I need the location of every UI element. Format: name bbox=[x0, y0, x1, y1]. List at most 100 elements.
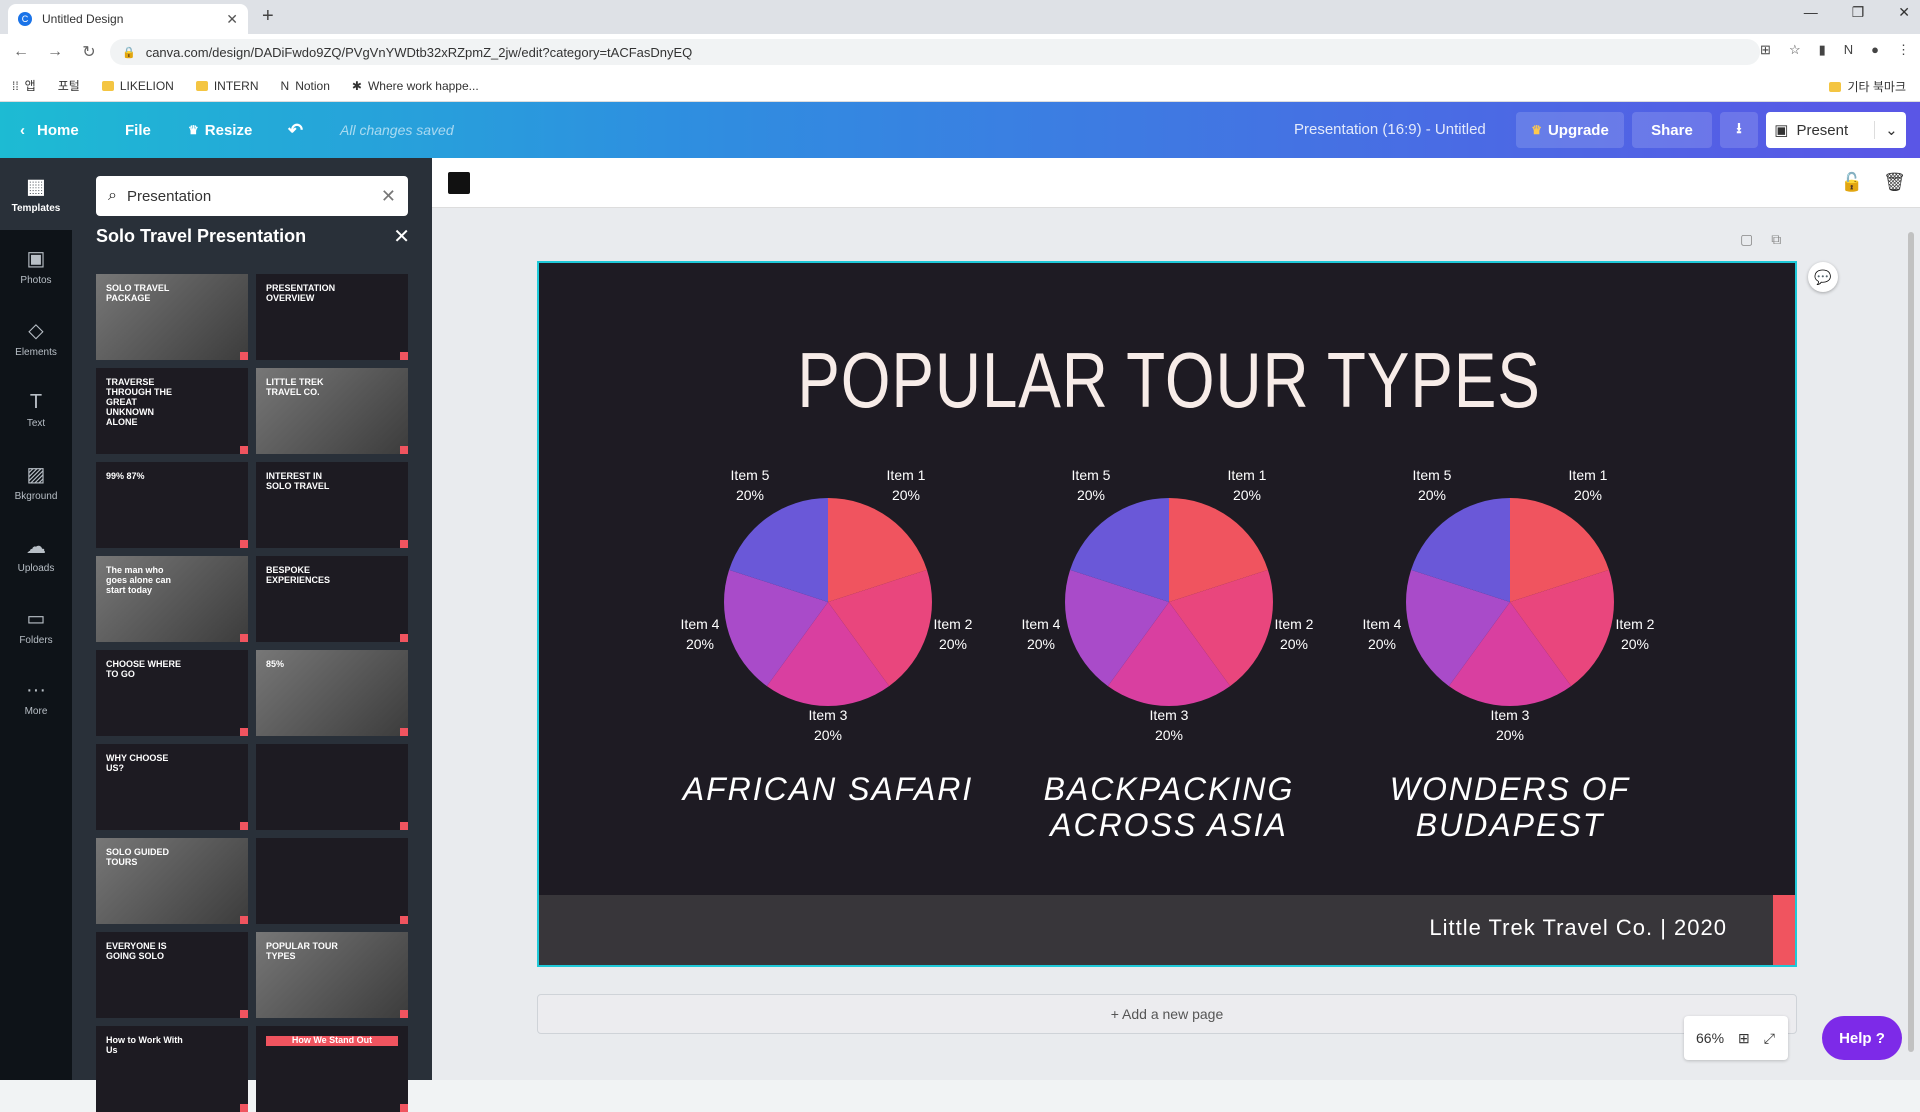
footer-text[interactable]: Little Trek Travel Co. | 2020 bbox=[1429, 915, 1727, 941]
pie-slice-label: Item 4 20% bbox=[670, 614, 730, 654]
comment-icon[interactable]: 💬 bbox=[1808, 262, 1838, 292]
template-thumbnail[interactable]: WHY CHOOSE US? bbox=[96, 744, 248, 830]
chevron-down-icon[interactable]: ⌄ bbox=[1874, 121, 1898, 139]
scrollbar-thumb[interactable] bbox=[1908, 232, 1914, 1052]
other-bookmarks[interactable]: 기타 북마크 bbox=[1829, 78, 1906, 95]
slice-name: Item 1 bbox=[1568, 467, 1608, 483]
rail-item-templates[interactable]: ▦ Templates bbox=[0, 158, 72, 230]
share-label: Share bbox=[1651, 121, 1693, 139]
extension-icon[interactable]: ▮ bbox=[1819, 42, 1826, 58]
rail-item-photos[interactable]: ▣ Photos bbox=[0, 230, 72, 302]
slice-percent: 20% bbox=[685, 636, 715, 652]
template-thumbnail[interactable]: INTEREST IN SOLO TRAVEL bbox=[256, 462, 408, 548]
close-icon[interactable]: ✕ bbox=[393, 224, 410, 249]
thumbnail-accent bbox=[240, 916, 248, 924]
home-button[interactable]: ‹ Home bbox=[20, 102, 79, 158]
pie-slice-label: Item 3 20% bbox=[798, 705, 858, 745]
forward-icon[interactable]: → bbox=[42, 43, 68, 61]
template-thumbnail[interactable]: 99% 87% bbox=[96, 462, 248, 548]
download-button[interactable]: ⭳ bbox=[1720, 112, 1758, 148]
rail-item-folders[interactable]: ▭ Folders bbox=[0, 590, 72, 662]
rail-item-elements[interactable]: ◇ Elements bbox=[0, 302, 72, 374]
template-thumbnail[interactable]: How We Stand Out bbox=[256, 1026, 408, 1112]
thumbnail-accent bbox=[400, 352, 408, 360]
thumbnail-accent bbox=[240, 822, 248, 830]
templates-panel: ⌕ Presentation ✕ Solo Travel Presentatio… bbox=[72, 158, 432, 1112]
pie-slice-label: Item 5 20% bbox=[1061, 465, 1121, 505]
save-status: All changes saved bbox=[340, 122, 454, 138]
template-thumbnail[interactable]: CHOOSE WHERE TO GO bbox=[96, 650, 248, 736]
reload-icon[interactable]: ↻ bbox=[76, 42, 102, 62]
resize-label: Resize bbox=[204, 121, 253, 139]
duplicate-icon[interactable]: ⧉ bbox=[1771, 231, 1781, 248]
template-thumbnail[interactable] bbox=[256, 838, 408, 924]
bookmark-slack[interactable]: ✱ Where work happe... bbox=[352, 79, 479, 93]
slide-footer[interactable]: Little Trek Travel Co. | 2020 bbox=[539, 895, 1795, 965]
template-thumbnail[interactable]: EVERYONE IS GOING SOLO bbox=[96, 932, 248, 1018]
crown-icon: ♛ bbox=[188, 123, 199, 137]
bookmark-likelion[interactable]: LIKELION bbox=[101, 79, 174, 93]
file-menu-button[interactable]: File bbox=[125, 102, 151, 158]
template-thumbnail[interactable]: 85% bbox=[256, 650, 408, 736]
thumbnail-accent bbox=[400, 916, 408, 924]
rail-item-bkground[interactable]: ▨ Bkground bbox=[0, 446, 72, 518]
back-icon[interactable]: ← bbox=[8, 43, 34, 61]
close-tab-icon[interactable]: ✕ bbox=[226, 11, 238, 28]
template-thumbnail[interactable]: How to Work With Us bbox=[96, 1026, 248, 1112]
notion-ext-icon[interactable]: N bbox=[1844, 42, 1853, 58]
document-title[interactable]: Presentation (16:9) - Untitled bbox=[1294, 121, 1486, 138]
menu-icon[interactable]: ⋮ bbox=[1897, 42, 1910, 58]
rail-item-more[interactable]: ··· More bbox=[0, 662, 72, 734]
template-thumbnail[interactable]: TRAVERSE THROUGH THE GREAT UNKNOWN ALONE bbox=[96, 368, 248, 454]
thumbnail-title: EVERYONE IS GOING SOLO bbox=[106, 941, 167, 961]
translate-icon[interactable]: ⊞ bbox=[1760, 42, 1771, 58]
upgrade-button[interactable]: ♛ Upgrade bbox=[1516, 112, 1624, 148]
template-thumbnail[interactable]: POPULAR TOUR TYPES bbox=[256, 932, 408, 1018]
add-page-button[interactable]: + Add a new page bbox=[537, 994, 1797, 1034]
url-bar[interactable]: 🔒 canva.com/design/DADiFwdo9ZQ/PVgVnYWDt… bbox=[110, 39, 1760, 65]
undo-icon[interactable]: ↶ bbox=[288, 102, 303, 158]
close-window-icon[interactable]: ✕ bbox=[1898, 4, 1910, 21]
avatar[interactable]: ● bbox=[1871, 42, 1879, 58]
restore-icon[interactable]: ❐ bbox=[1852, 4, 1865, 21]
star-icon[interactable]: ☆ bbox=[1789, 42, 1801, 58]
grid-view-icon[interactable]: ⊞ bbox=[1738, 1030, 1750, 1047]
resize-button[interactable]: ♛ Resize bbox=[188, 102, 252, 158]
thumbnail-accent bbox=[240, 1104, 248, 1112]
browser-tab[interactable]: C Untitled Design ✕ bbox=[8, 4, 248, 34]
lock-icon[interactable]: 🔓 bbox=[1841, 172, 1863, 193]
slice-percent: 20% bbox=[938, 636, 968, 652]
share-button[interactable]: Share bbox=[1632, 112, 1712, 148]
template-thumbnail[interactable]: LITTLE TREK TRAVEL CO. bbox=[256, 368, 408, 454]
minimize-icon[interactable]: — bbox=[1804, 4, 1818, 21]
pie-caption[interactable]: AFRICAN SAFARI bbox=[668, 771, 988, 807]
bookmark-intern[interactable]: INTERN bbox=[195, 79, 259, 93]
clear-search-icon[interactable]: ✕ bbox=[381, 186, 396, 207]
background-color-swatch[interactable] bbox=[448, 172, 470, 194]
pie-caption[interactable]: WONDERS OF BUDAPEST bbox=[1350, 771, 1670, 843]
template-search-input[interactable]: ⌕ Presentation ✕ bbox=[96, 176, 408, 216]
template-thumbnail[interactable]: PRESENTATION OVERVIEW bbox=[256, 274, 408, 360]
apps-bookmark[interactable]: ⁞⁞ 앱 bbox=[12, 77, 36, 94]
fullscreen-icon[interactable]: ⤢ bbox=[1764, 1030, 1775, 1047]
rail-item-uploads[interactable]: ☁ Uploads bbox=[0, 518, 72, 590]
slide[interactable]: POPULAR TOUR TYPES Item 1 20% Item 2 20% Ite… bbox=[537, 261, 1797, 967]
present-button[interactable]: ▣ Present ⌄ bbox=[1766, 112, 1906, 148]
bookmark-notion[interactable]: N Notion bbox=[281, 79, 330, 93]
pie-slice-label: Item 3 20% bbox=[1139, 705, 1199, 745]
trash-icon[interactable]: 🗑 bbox=[1883, 172, 1906, 193]
template-thumbnail[interactable]: The man who goes alone can start today bbox=[96, 556, 248, 642]
vertical-scrollbar[interactable] bbox=[1906, 212, 1916, 1072]
template-thumbnail[interactable]: SOLO GUIDED TOURS bbox=[96, 838, 248, 924]
template-thumbnail[interactable] bbox=[256, 744, 408, 830]
zoom-level[interactable]: 66% bbox=[1696, 1030, 1724, 1046]
portal-bookmark[interactable]: 포털 bbox=[58, 77, 80, 94]
rail-item-text[interactable]: T Text bbox=[0, 374, 72, 446]
template-thumbnail[interactable]: BESPOKE EXPERIENCES bbox=[256, 556, 408, 642]
help-button[interactable]: Help ? bbox=[1822, 1016, 1902, 1060]
slice-percent: 20% bbox=[1232, 487, 1262, 503]
template-thumbnail[interactable]: SOLO TRAVEL PACKAGE bbox=[96, 274, 248, 360]
new-tab-button[interactable]: + bbox=[262, 5, 274, 28]
pie-caption[interactable]: BACKPACKING ACROSS ASIA bbox=[1009, 771, 1329, 843]
notes-icon[interactable]: ▢ bbox=[1740, 231, 1753, 248]
